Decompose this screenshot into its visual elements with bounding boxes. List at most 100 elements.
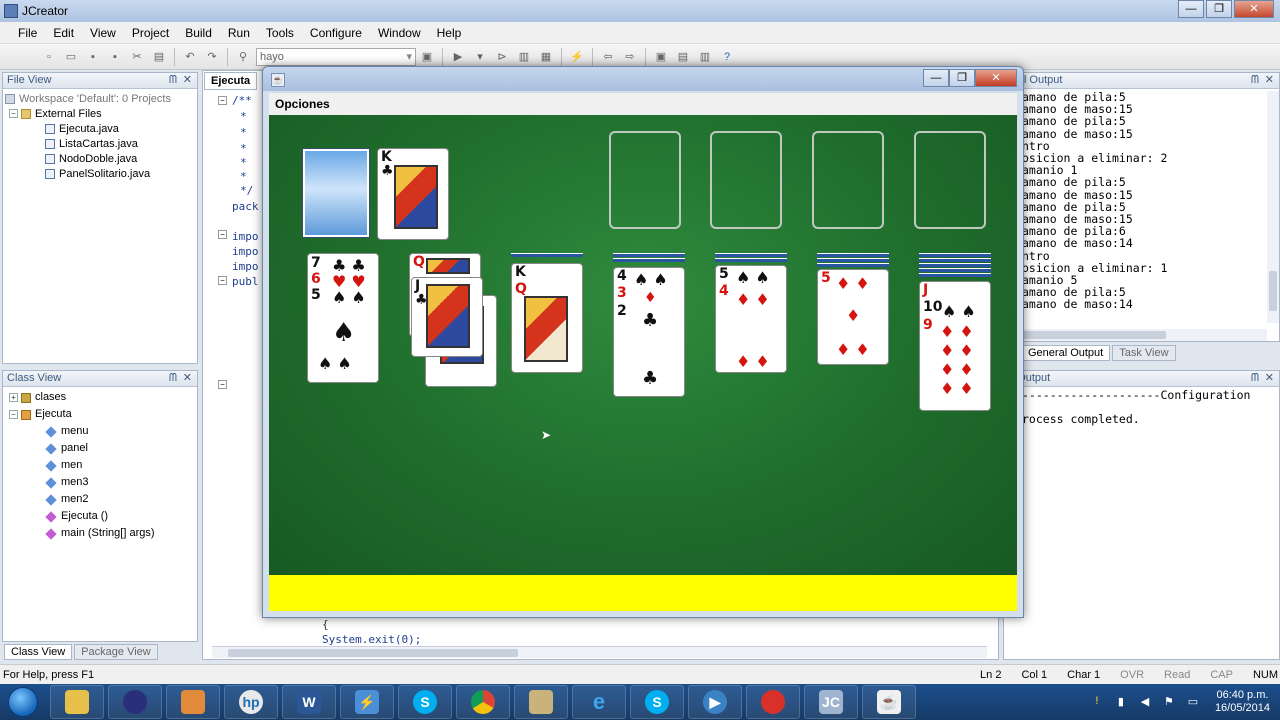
editor-hscrollbar[interactable] [212, 646, 987, 658]
taskbar-jcreator[interactable]: JC [804, 685, 858, 719]
menu-configure[interactable]: Configure [302, 26, 370, 40]
card[interactable]: J 10 9 ♠ ♠ ♦ ♦ ♦ ♦ ♦ ♦ ♦ ♦ [919, 281, 991, 411]
member-node[interactable]: men2 [5, 491, 197, 508]
member-node[interactable]: Ejecuta () [5, 508, 197, 525]
stop-icon[interactable]: ▦ [537, 49, 555, 65]
output-vscrollbar[interactable] [1267, 91, 1279, 323]
fold-toggle[interactable]: − [218, 276, 227, 285]
menu-help[interactable]: Help [429, 26, 470, 40]
card[interactable]: 5 4 ♠ ♠ ♦ ♦ ♦ ♦ [715, 265, 787, 373]
foundation-slot[interactable] [914, 131, 986, 229]
waste-card[interactable]: K ♣ [377, 148, 449, 240]
debug-run-icon[interactable]: ⊳ [493, 49, 511, 65]
foundation-slot[interactable] [812, 131, 884, 229]
tab-class-view[interactable]: Class View [4, 644, 73, 660]
help-icon[interactable]: ? [718, 49, 736, 65]
save-all-icon[interactable]: ▪ [106, 49, 124, 65]
workspace-node[interactable]: Workspace 'Default': 0 Projects [5, 91, 197, 106]
network-icon[interactable]: ▮ [1114, 695, 1128, 709]
file-node[interactable]: NodoDoble.java [5, 151, 197, 166]
foundation-slot[interactable] [710, 131, 782, 229]
cut-icon[interactable]: ✂ [128, 49, 146, 65]
paste-icon[interactable]: ▤ [150, 49, 168, 65]
collapse-icon[interactable]: − [9, 410, 18, 419]
file-node[interactable]: PanelSolitario.java [5, 166, 197, 181]
card[interactable]: J ♣ [411, 277, 483, 357]
window-cascade-icon[interactable]: ▤ [674, 49, 692, 65]
member-node[interactable]: menu [5, 423, 197, 440]
stock-pile[interactable] [302, 148, 370, 238]
find-in-files-icon[interactable]: ▣ [418, 49, 436, 65]
class-node[interactable]: − Ejecuta [5, 406, 197, 423]
member-node[interactable]: panel [5, 440, 197, 457]
taskbar-eclipse[interactable] [108, 685, 162, 719]
menu-project[interactable]: Project [124, 26, 177, 40]
close-button[interactable]: ✕ [1234, 0, 1274, 18]
find-icon[interactable]: ⚲ [234, 49, 252, 65]
menu-tools[interactable]: Tools [258, 26, 302, 40]
member-node[interactable]: men [5, 457, 197, 474]
game-maximize-button[interactable]: ❐ [949, 69, 975, 87]
expand-icon[interactable]: + [9, 393, 18, 402]
output-hscrollbar[interactable] [1004, 329, 1267, 341]
taskbar-folder[interactable] [166, 685, 220, 719]
window-tile-icon[interactable]: ▥ [696, 49, 714, 65]
menu-view[interactable]: View [82, 26, 124, 40]
taskbar-hp[interactable]: hp [224, 685, 278, 719]
minimize-button[interactable]: — [1178, 0, 1204, 18]
close-icon[interactable]: ✕ [1265, 73, 1274, 88]
run-dropdown-icon[interactable]: ▾ [471, 49, 489, 65]
taskbar-word[interactable]: W [282, 685, 336, 719]
window-layout-icon[interactable]: ▣ [652, 49, 670, 65]
close-icon[interactable]: ✕ [1265, 371, 1274, 386]
open-folder-icon[interactable]: ▭ [62, 49, 80, 65]
menu-build[interactable]: Build [177, 26, 220, 40]
package-node[interactable]: + clases [5, 389, 197, 406]
foundation-slot[interactable] [609, 131, 681, 229]
power-icon[interactable]: ▭ [1186, 695, 1200, 709]
new-file-icon[interactable]: ▫ [40, 49, 58, 65]
alert-icon[interactable]: ! [1090, 695, 1104, 709]
fold-toggle[interactable]: − [218, 96, 227, 105]
game-menu-opciones[interactable]: Opciones [269, 93, 1017, 115]
forward-icon[interactable]: ⇨ [621, 49, 639, 65]
run-icon[interactable]: ▶ [449, 49, 467, 65]
taskbar-skype-2[interactable]: S [630, 685, 684, 719]
tab-task-view[interactable]: Task View [1112, 345, 1176, 361]
taskbar-chrome[interactable] [456, 685, 510, 719]
flag-icon[interactable]: ⚑ [1162, 695, 1176, 709]
pin-icon[interactable]: ᗰ [169, 73, 177, 88]
file-node[interactable]: Ejecuta.java [5, 121, 197, 136]
member-node[interactable]: men3 [5, 474, 197, 491]
compile-icon[interactable]: ⚡ [568, 49, 586, 65]
maximize-button[interactable]: ❐ [1206, 0, 1232, 18]
member-node[interactable]: main (String[] args) [5, 525, 197, 542]
close-icon[interactable]: ✕ [183, 73, 192, 88]
pin-icon[interactable]: ᗰ [1251, 371, 1259, 386]
card[interactable]: 7 6 5 ♠ ♣ ♣ ♥ ♥ ♠ ♠ ♠ ♠ [307, 253, 379, 383]
taskbar-explorer[interactable] [50, 685, 104, 719]
card[interactable]: K Q [511, 263, 583, 373]
game-close-button[interactable]: ✕ [975, 69, 1017, 87]
collapse-icon[interactable]: − [9, 109, 18, 118]
card[interactable]: 4 3 2 ♠ ♠ ♦ ♣ ♣ [613, 267, 685, 397]
taskbar-java[interactable]: ☕ [862, 685, 916, 719]
search-combo[interactable]: hayo [256, 47, 416, 66]
pin-icon[interactable]: ᗰ [169, 371, 177, 386]
clock[interactable]: 06:40 p.m. 16/05/2014 [1205, 689, 1280, 715]
pin-icon[interactable]: ᗰ [1251, 73, 1259, 88]
tab-general-output[interactable]: General Output [1021, 345, 1111, 361]
menu-file[interactable]: File [10, 26, 45, 40]
folder-node[interactable]: − External Files [5, 106, 197, 121]
taskbar-flash[interactable]: ⚡ [340, 685, 394, 719]
menu-run[interactable]: Run [220, 26, 258, 40]
taskbar-archive[interactable] [514, 685, 568, 719]
build-icon[interactable]: ▥ [515, 49, 533, 65]
card[interactable]: 5 ♦ ♦ ♦ ♦ ♦ [817, 269, 889, 365]
taskbar-skype[interactable]: S [398, 685, 452, 719]
tab-package-view[interactable]: Package View [74, 644, 158, 660]
undo-icon[interactable]: ↶ [181, 49, 199, 65]
taskbar-media[interactable]: ▶ [688, 685, 742, 719]
fold-toggle[interactable]: − [218, 230, 227, 239]
back-icon[interactable]: ⇦ [599, 49, 617, 65]
